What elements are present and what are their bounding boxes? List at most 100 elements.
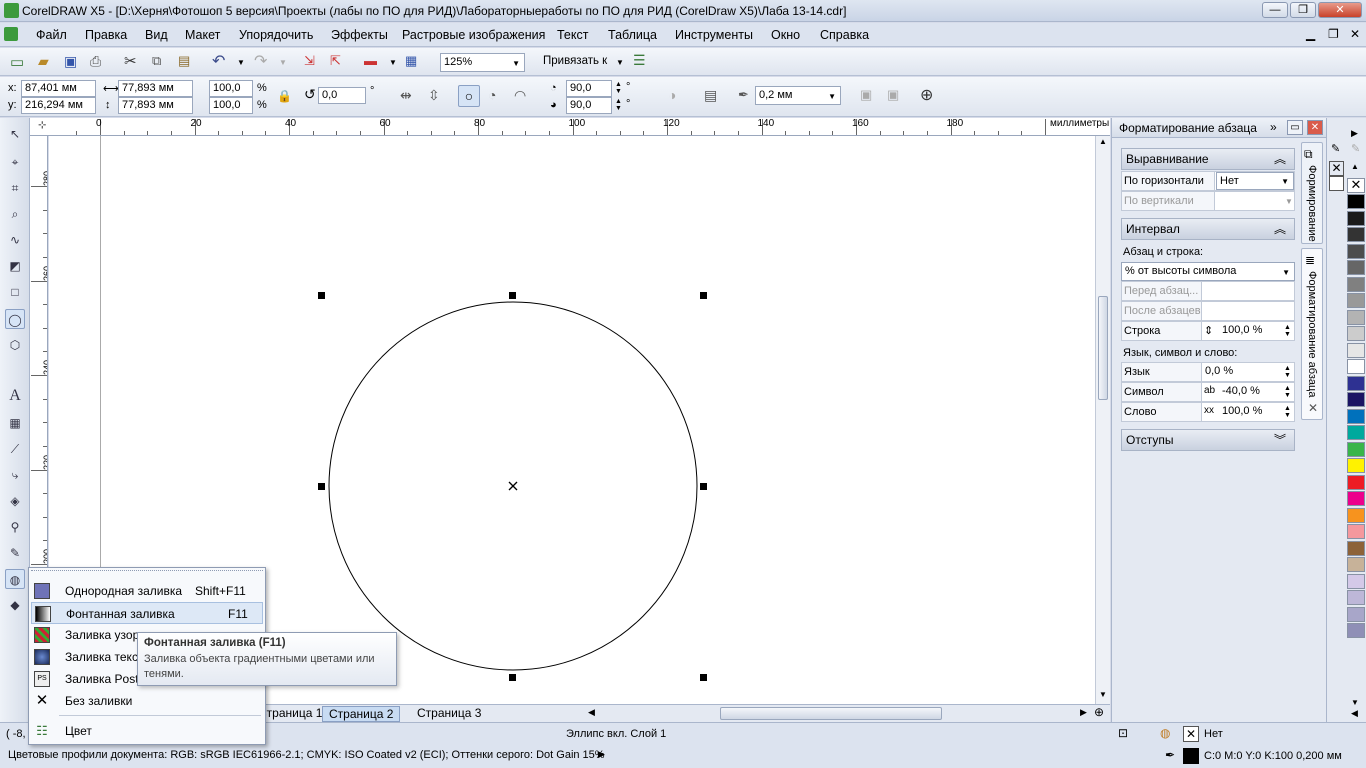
tab-page-3[interactable]: Страница 3 [411,706,487,722]
color-swatch[interactable] [1347,342,1365,358]
color-swatch[interactable] [1347,210,1365,226]
fill-none-swatch[interactable] [1329,176,1344,191]
palette-up-icon[interactable]: ▲ [1351,162,1359,171]
text-tool-icon[interactable]: A [5,386,25,406]
language-spacing-row[interactable]: Язык 0,0 % ▲ ▼ [1121,362,1295,382]
color-swatch[interactable] [1347,590,1365,605]
color-swatch[interactable] [1347,606,1365,622]
fill-tool-icon[interactable]: ◍ [5,569,25,589]
flyout-grip[interactable] [31,570,263,573]
redo-icon[interactable]: ↷ [254,51,267,71]
table-tool-icon[interactable]: ▦ [5,413,25,433]
spinner-icon[interactable]: ▲ ▼ [1284,405,1291,419]
color-swatch[interactable] [1347,359,1365,374]
color-swatch[interactable] [1347,540,1365,556]
after-paragraph-row[interactable]: После абзацев [1121,301,1295,321]
selection-handle[interactable] [700,292,707,299]
mirror-v-icon[interactable]: ⇳ [428,87,440,104]
horizontal-ruler[interactable]: ⊹ 0 20 40 60 80 100 120 140 160 180 миллиметры [30,118,1110,136]
scroll-down-icon[interactable]: ▼ [1099,690,1107,699]
selection-handle[interactable] [700,483,707,490]
scale-y-input[interactable]: 100,0 [209,97,253,114]
color-swatch[interactable] [1347,573,1365,589]
tab-paragraph-format[interactable]: ≣ Форматирование абзаца [1301,248,1323,420]
menu-item-uniform-fill[interactable]: Однородная заливка Shift+F11 [31,580,263,602]
color-swatch[interactable] [1347,441,1365,457]
snap-dropdown-icon[interactable]: ▼ [616,58,624,67]
horizontal-align-select[interactable]: Нет ▼ [1216,172,1294,190]
navigator-icon[interactable]: ⊕ [1094,705,1104,719]
color-swatch[interactable] [1347,491,1365,506]
color-swatch[interactable] [1347,474,1365,490]
export-icon[interactable]: ⇱ [330,53,341,69]
word-spacing-row[interactable]: Слово xx 100,0 % ▲ ▼ [1121,402,1295,422]
color-swatch[interactable] [1347,260,1365,275]
close-tab-icon[interactable]: ✕ [1308,401,1318,415]
chevron-down-icon[interactable]: ▼ [1285,197,1293,206]
color-swatch[interactable] [1347,458,1365,473]
scroll-left-icon[interactable]: ◀ [588,707,595,718]
menu-text[interactable]: Текст [557,28,588,42]
ruler-origin-icon[interactable]: ⊹ [38,120,46,131]
menu-layout[interactable]: Макет [185,28,220,42]
width-input[interactable]: 77,893 мм [118,80,193,97]
menu-effects[interactable]: Эффекты [331,28,388,42]
line-spacing-row[interactable]: Строка ⇕ 100,0 % ▲ ▼ [1121,321,1295,341]
close-button[interactable]: ✕ [1318,2,1362,18]
color-swatch[interactable] [1347,276,1365,292]
options-icon[interactable]: ☰ [633,52,646,69]
color-swatch[interactable] [1347,227,1365,242]
docker-close-icon[interactable]: ✕ [1307,120,1323,135]
convert-to-curves-icon[interactable]: ⊕ [920,85,933,105]
selection-handle[interactable] [318,292,325,299]
zoom-tool-icon[interactable]: ⌕ [5,204,25,224]
before-paragraph-row[interactable]: Перед абзац... [1121,281,1295,301]
spinner-icon[interactable]: ▲ ▼ [1284,365,1291,379]
selection-handle[interactable] [509,674,516,681]
tab-shaping[interactable]: ⧉ Формирование [1301,142,1323,244]
scroll-up-icon[interactable]: ▲ [1099,137,1107,146]
welcome-screen-icon[interactable]: ▦ [405,53,417,69]
arc-mode-icon[interactable]: ◠ [514,87,526,104]
menu-view[interactable]: Вид [145,28,168,42]
to-back-icon[interactable]: ▣ [887,87,899,103]
color-swatch[interactable] [1347,243,1365,259]
mirror-h-icon[interactable]: ⇹ [400,87,412,104]
palette-expand-icon[interactable]: ◀ [1351,708,1358,719]
menu-arrange[interactable]: Упорядочить [239,28,313,42]
selection-handle[interactable] [509,292,516,299]
no-color-swatch[interactable]: ✕ [1347,178,1365,193]
eyedropper-icon[interactable]: ✎ [1331,142,1340,155]
save-icon[interactable]: ▣ [64,53,77,70]
zoom-select[interactable]: 125% ▼ [440,53,525,72]
lock-ratio-icon[interactable]: 🔒 [277,89,292,103]
char-spacing-row[interactable]: Символ ab -40,0 % ▲ ▼ [1121,382,1295,402]
start-angle-input[interactable]: 90,0 [566,80,612,97]
color-swatch[interactable] [1347,425,1365,440]
selection-handle[interactable] [700,674,707,681]
polygon-tool-icon[interactable]: ⬡ [5,335,25,355]
copy-icon[interactable]: ⧉ [152,53,161,69]
dimension-tool-icon[interactable]: ⟋ [5,439,25,459]
outline-tool-icon[interactable]: ✎ [5,543,25,563]
color-profiles-info[interactable]: Цветовые профили документа: RGB: sRGB IE… [8,749,605,761]
wrap-text-icon[interactable]: ▤ [704,87,717,104]
connector-tool-icon[interactable]: ⤷ [5,465,25,485]
docker-minimize-icon[interactable]: ▭ [1287,120,1303,135]
crop-tool-icon[interactable]: ⌗ [5,178,25,198]
tab-page-2[interactable]: Страница 2 [322,706,401,722]
freehand-tool-icon[interactable]: ∿ [5,230,25,250]
smart-fill-tool-icon[interactable]: ◩ [5,256,25,276]
indents-section[interactable]: Отступы ︾ [1121,429,1295,451]
rotation-input[interactable]: 0,0 [318,87,366,104]
print-icon[interactable]: ⎙ [90,53,101,70]
eyedropper-tool-icon[interactable]: ⚲ [5,517,25,537]
spacing-unit-select[interactable]: % от высоты символа ▼ [1121,262,1295,281]
vertical-scroll-thumb[interactable] [1098,296,1108,400]
selection-handle[interactable] [318,483,325,490]
color-swatch[interactable] [1347,557,1365,572]
new-icon[interactable]: ▭ [10,53,24,71]
docker-expand-icon[interactable]: » [1270,120,1277,134]
char-spacing-value[interactable]: -40,0 % [1222,385,1260,397]
color-swatch[interactable] [1347,326,1365,341]
